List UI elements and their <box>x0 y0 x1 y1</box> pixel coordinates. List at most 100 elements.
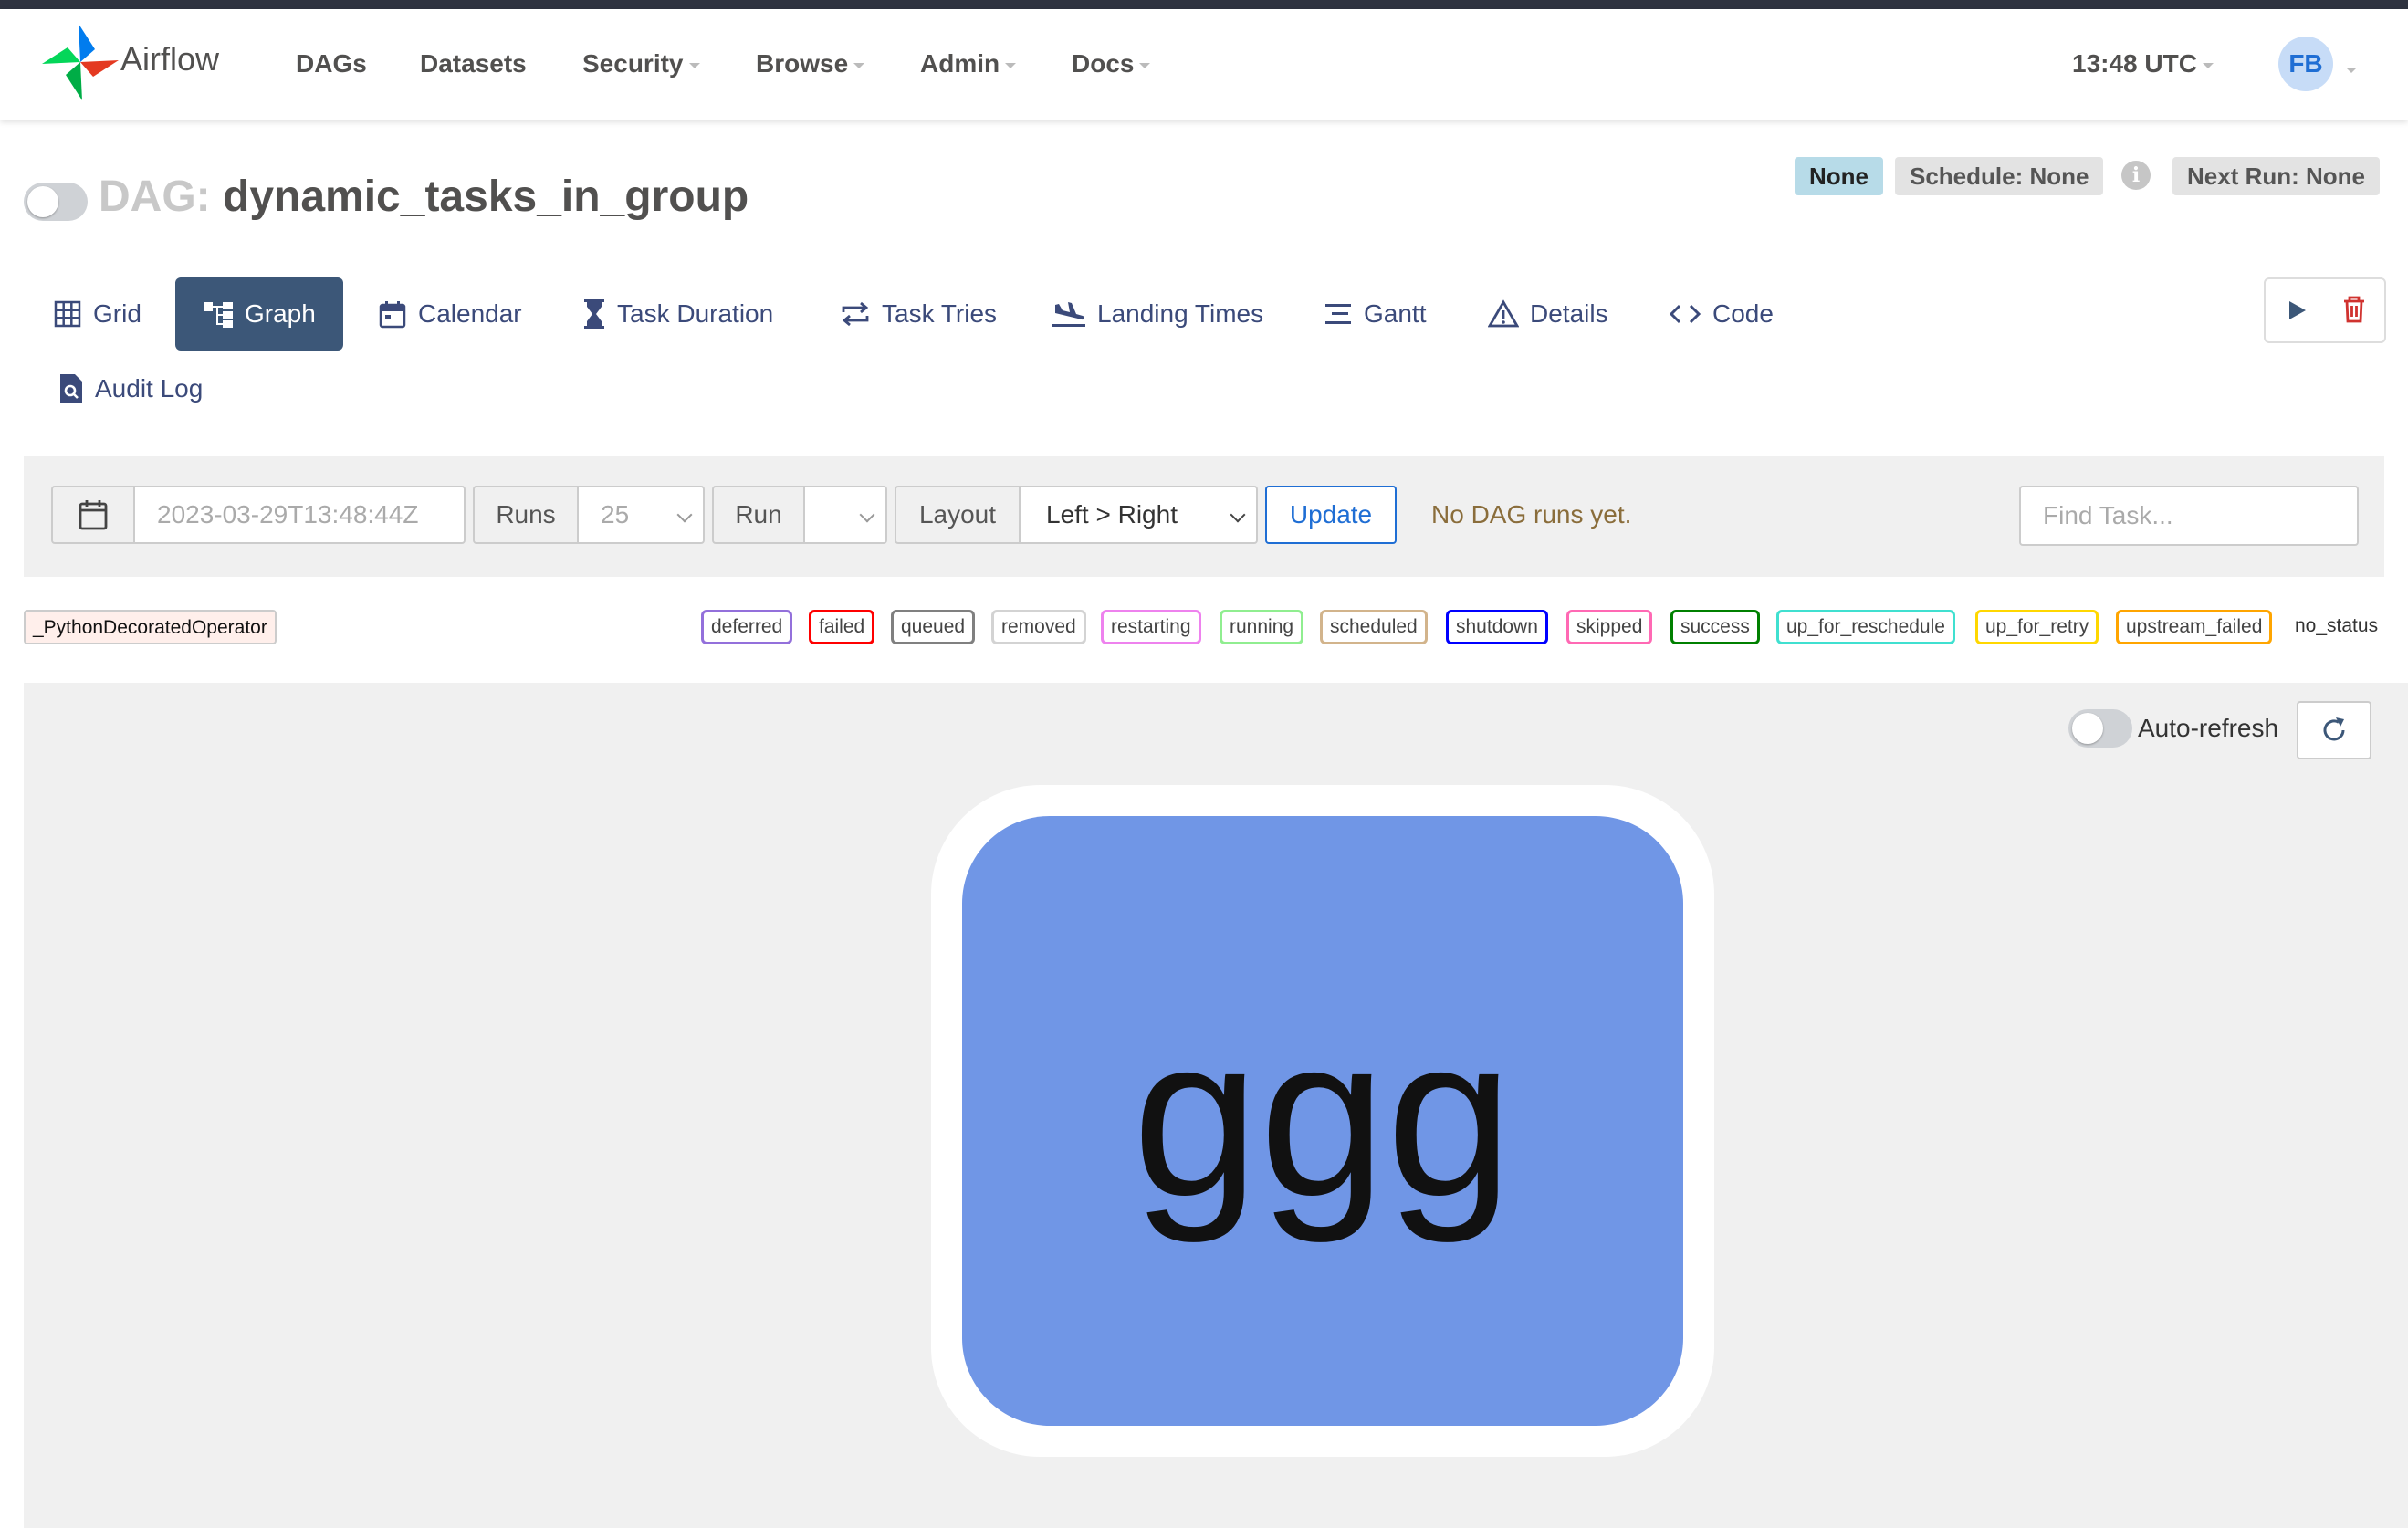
tab-task-tries-label: Task Tries <box>882 299 998 328</box>
chevron-down-icon <box>859 507 875 523</box>
page-title: DAG: dynamic_tasks_in_group <box>99 172 749 222</box>
runs-select[interactable]: 25 <box>577 486 705 544</box>
state-legend-success[interactable]: success <box>1670 610 1760 644</box>
status-message: No DAG runs yet. <box>1431 500 1632 529</box>
grid-icon <box>54 300 81 328</box>
state-legend-skipped[interactable]: skipped <box>1566 610 1653 644</box>
state-legend-shutdown[interactable]: shutdown <box>1446 610 1548 644</box>
tab-graph-label: Graph <box>245 299 316 328</box>
tab-details[interactable]: Details <box>1488 277 1608 351</box>
hourglass-icon <box>584 299 604 329</box>
update-button[interactable]: Update <box>1265 486 1397 544</box>
task-group-node[interactable]: ggg <box>962 816 1683 1426</box>
graph-icon <box>204 302 233 328</box>
tab-landing-times[interactable]: Landing Times <box>1052 277 1263 351</box>
tab-landing-times-label: Landing Times <box>1097 299 1264 328</box>
navbar: Airflow DAGs Datasets Security Browse Ad… <box>0 9 2408 120</box>
toggle-knob <box>2072 713 2103 744</box>
state-legend-queued[interactable]: queued <box>891 610 976 644</box>
run-select[interactable] <box>803 486 887 544</box>
user-menu-caret-icon[interactable] <box>2346 68 2357 73</box>
tab-audit-log-label: Audit Log <box>95 374 204 403</box>
tab-audit-log[interactable]: Audit Log <box>58 352 203 425</box>
caret-down-icon <box>2202 62 2214 68</box>
state-legend-failed[interactable]: failed <box>809 610 875 644</box>
nav-datasets[interactable]: Datasets <box>420 49 527 78</box>
trash-icon <box>2344 296 2364 323</box>
tab-calendar-label: Calendar <box>418 299 522 328</box>
info-icon[interactable]: i <box>2121 161 2151 190</box>
runs-select-value: 25 <box>601 500 630 529</box>
toggle-knob <box>27 186 58 217</box>
task-group-node-label: ggg <box>1132 989 1513 1243</box>
tab-grid[interactable]: Grid <box>53 277 141 351</box>
layout-select-value: Left > Right <box>1046 500 1178 529</box>
operator-legend[interactable]: _PythonDecoratedOperator <box>24 610 277 644</box>
state-legend-up-for-reschedule[interactable]: up_for_reschedule <box>1776 610 1955 644</box>
base-date-value: 2023-03-29T13:48:44Z <box>157 500 419 529</box>
layout-select[interactable]: Left > Right <box>1019 486 1258 544</box>
tab-task-duration[interactable]: Task Duration <box>582 277 773 351</box>
chevron-down-icon <box>1230 507 1246 523</box>
state-legend-scheduled[interactable]: scheduled <box>1320 610 1428 644</box>
tab-task-tries[interactable]: Task Tries <box>840 277 997 351</box>
tab-gantt-label: Gantt <box>1364 299 1427 328</box>
state-legend-restarting[interactable]: restarting <box>1101 610 1201 644</box>
run-label: Run <box>712 486 805 544</box>
state-legend-upstream-failed[interactable]: upstream_failed <box>2116 610 2273 644</box>
tab-gantt[interactable]: Gantt <box>1324 277 1426 351</box>
state-legend-running[interactable]: running <box>1220 610 1304 644</box>
delete-dag-button[interactable] <box>2324 277 2386 343</box>
layout-label: Layout <box>895 486 1021 544</box>
dag-state-badge: None <box>1795 157 1883 195</box>
nav-browse[interactable]: Browse <box>756 49 865 78</box>
plane-landing-icon <box>1052 302 1085 327</box>
runs-label: Runs <box>473 486 579 544</box>
tab-details-label: Details <box>1530 299 1608 328</box>
utc-clock[interactable]: 13:48 UTC <box>2072 49 2214 78</box>
nav-docs[interactable]: Docs <box>1072 49 1151 78</box>
play-icon <box>2289 301 2306 319</box>
user-avatar[interactable]: FB <box>2278 37 2333 91</box>
nav-admin[interactable]: Admin <box>920 49 1017 78</box>
auto-refresh-label: Auto-refresh <box>2138 714 2279 742</box>
next-run-badge: Next Run: None <box>2172 157 2380 195</box>
gantt-icon <box>1325 304 1351 324</box>
nav-security[interactable]: Security <box>582 49 700 78</box>
state-legend-up-for-retry[interactable]: up_for_retry <box>1975 610 2099 644</box>
auto-refresh-toggle[interactable] <box>2068 709 2132 748</box>
tab-code-label: Code <box>1712 299 1774 328</box>
state-legend-no-status[interactable]: no_status <box>2295 615 2378 637</box>
tab-task-duration-label: Task Duration <box>617 299 774 328</box>
calendar-icon <box>79 500 108 530</box>
schedule-badge: Schedule: None <box>1895 157 2104 195</box>
tab-graph[interactable]: Graph <box>175 277 343 351</box>
dag-pause-toggle[interactable] <box>24 183 88 221</box>
tab-calendar[interactable]: Calendar <box>378 277 522 351</box>
graph-toolbar: 2023-03-29T13:48:44Z Runs 25 Run Layout … <box>24 456 2384 577</box>
state-legend-deferred[interactable]: deferred <box>701 610 793 644</box>
tab-code[interactable]: Code <box>1669 277 1774 351</box>
state-legend-removed[interactable]: removed <box>991 610 1086 644</box>
calendar-icon <box>379 301 406 329</box>
refresh-button[interactable] <box>2297 701 2371 759</box>
trigger-dag-button[interactable] <box>2264 277 2328 343</box>
find-task-input[interactable]: Find Task... <box>2019 486 2359 546</box>
airflow-logo-icon[interactable] <box>35 16 126 108</box>
dag-title-prefix: DAG: <box>99 173 211 221</box>
date-picker-button[interactable] <box>51 486 135 544</box>
warning-triangle-icon <box>1488 299 1519 328</box>
tab-grid-label: Grid <box>93 299 141 328</box>
dag-name: dynamic_tasks_in_group <box>223 173 749 221</box>
brand-name[interactable]: Airflow <box>120 40 219 78</box>
refresh-icon <box>2323 717 2345 741</box>
nav-dags[interactable]: DAGs <box>296 49 367 78</box>
caret-down-icon <box>1005 62 1017 68</box>
caret-down-icon <box>1139 62 1151 68</box>
base-date-input[interactable]: 2023-03-29T13:48:44Z <box>133 486 466 544</box>
chevron-down-icon <box>676 507 693 523</box>
file-search-icon <box>60 374 82 403</box>
code-icon <box>1669 304 1701 324</box>
retry-arrows-icon <box>842 301 869 327</box>
caret-down-icon <box>853 62 865 68</box>
